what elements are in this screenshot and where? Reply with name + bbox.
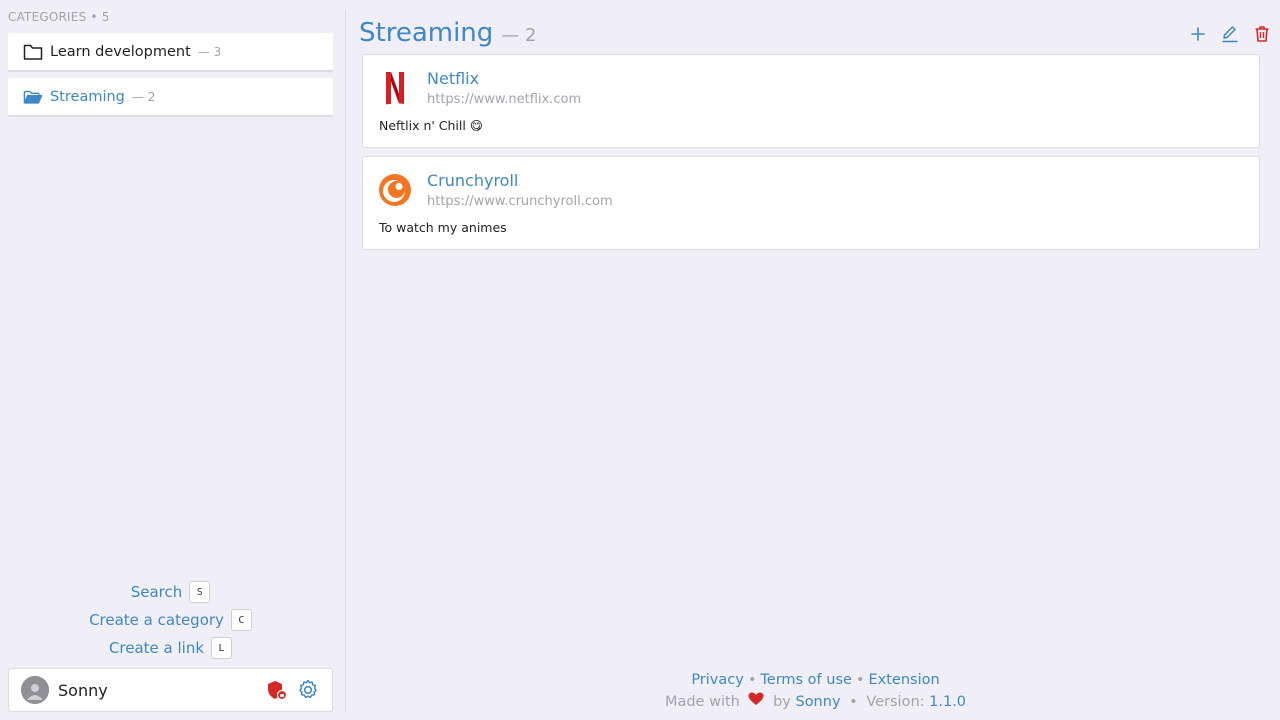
folder-icon xyxy=(23,43,43,61)
category-label: Learn development xyxy=(50,43,191,60)
category-count: — 3 xyxy=(197,44,222,59)
folder-open-icon xyxy=(23,88,43,106)
categories-header-label: CATEGORIES xyxy=(8,10,87,24)
privacy-link[interactable]: Privacy xyxy=(691,672,744,688)
category-label: Streaming xyxy=(50,88,125,105)
category-item-streaming[interactable]: Streaming — 2 xyxy=(8,78,333,117)
category-item-learn-development[interactable]: Learn development — 3 xyxy=(8,33,333,72)
main-content: Streaming — 2 Netflix https://www.netfli… xyxy=(359,0,1272,720)
footer: Privacy • Terms of use • Extension Made with… xyxy=(359,669,1272,713)
create-category-shortcut-key: C xyxy=(230,609,252,631)
link-card-netflix[interactable]: Netflix https://www.netflix.com Neftlix … xyxy=(362,54,1260,148)
admin-shield-icon[interactable] xyxy=(266,679,288,701)
category-title-row: Streaming — 2 xyxy=(359,18,536,48)
link-name[interactable]: Crunchyroll xyxy=(427,171,518,190)
shortcut-create-category: Create a category C xyxy=(0,606,341,634)
page-title-count: — 2 xyxy=(501,25,537,46)
terms-link[interactable]: Terms of use xyxy=(760,672,852,688)
username: Sonny xyxy=(58,680,108,700)
shortcuts: Search S Create a category C Create a li… xyxy=(0,578,341,662)
author-link[interactable]: Sonny xyxy=(795,694,840,710)
link-card-crunchyroll[interactable]: Crunchyroll https://www.crunchyroll.com … xyxy=(362,156,1260,250)
by-text: by xyxy=(773,694,791,710)
link-url[interactable]: https://www.crunchyroll.com xyxy=(427,194,613,209)
footer-credits: Made with by Sonny • Version: 1.1.0 xyxy=(359,691,1272,713)
link-description: To watch my animes xyxy=(379,220,507,235)
search-link[interactable]: Search xyxy=(131,583,183,601)
settings-gear-icon[interactable] xyxy=(296,678,320,702)
sidebar: CATEGORIES • 5 Learn development — 3 Str… xyxy=(0,0,341,720)
link-description: Neftlix n' Chill 😋 xyxy=(379,118,483,133)
link-url[interactable]: https://www.netflix.com xyxy=(427,92,581,107)
link-name[interactable]: Netflix xyxy=(427,69,479,88)
add-link-icon[interactable] xyxy=(1188,24,1208,44)
version-label: Version: xyxy=(866,694,925,710)
heart-icon xyxy=(748,691,764,713)
category-count: — 2 xyxy=(131,89,156,104)
shortcut-search: Search S xyxy=(0,578,341,606)
delete-category-icon[interactable] xyxy=(1252,24,1272,44)
create-category-link[interactable]: Create a category xyxy=(89,611,224,629)
extension-link[interactable]: Extension xyxy=(869,672,940,688)
crunchyroll-logo-icon xyxy=(379,174,411,206)
version-link[interactable]: 1.1.0 xyxy=(929,694,966,710)
shortcut-create-link: Create a link L xyxy=(0,634,341,662)
page-title: Streaming xyxy=(359,18,494,48)
sidebar-divider xyxy=(345,10,346,712)
footer-links: Privacy • Terms of use • Extension xyxy=(691,672,940,688)
user-box: Sonny xyxy=(8,668,333,712)
edit-category-icon[interactable] xyxy=(1220,24,1240,44)
create-link-link[interactable]: Create a link xyxy=(109,639,204,657)
avatar[interactable] xyxy=(21,676,49,704)
netflix-logo-icon xyxy=(379,72,411,105)
categories-header-count: 5 xyxy=(101,10,110,24)
made-with-text: Made with xyxy=(664,694,740,710)
search-shortcut-key: S xyxy=(189,581,211,603)
categories-header: CATEGORIES • 5 xyxy=(8,10,110,24)
category-actions xyxy=(1188,24,1272,44)
create-link-shortcut-key: L xyxy=(211,637,233,659)
